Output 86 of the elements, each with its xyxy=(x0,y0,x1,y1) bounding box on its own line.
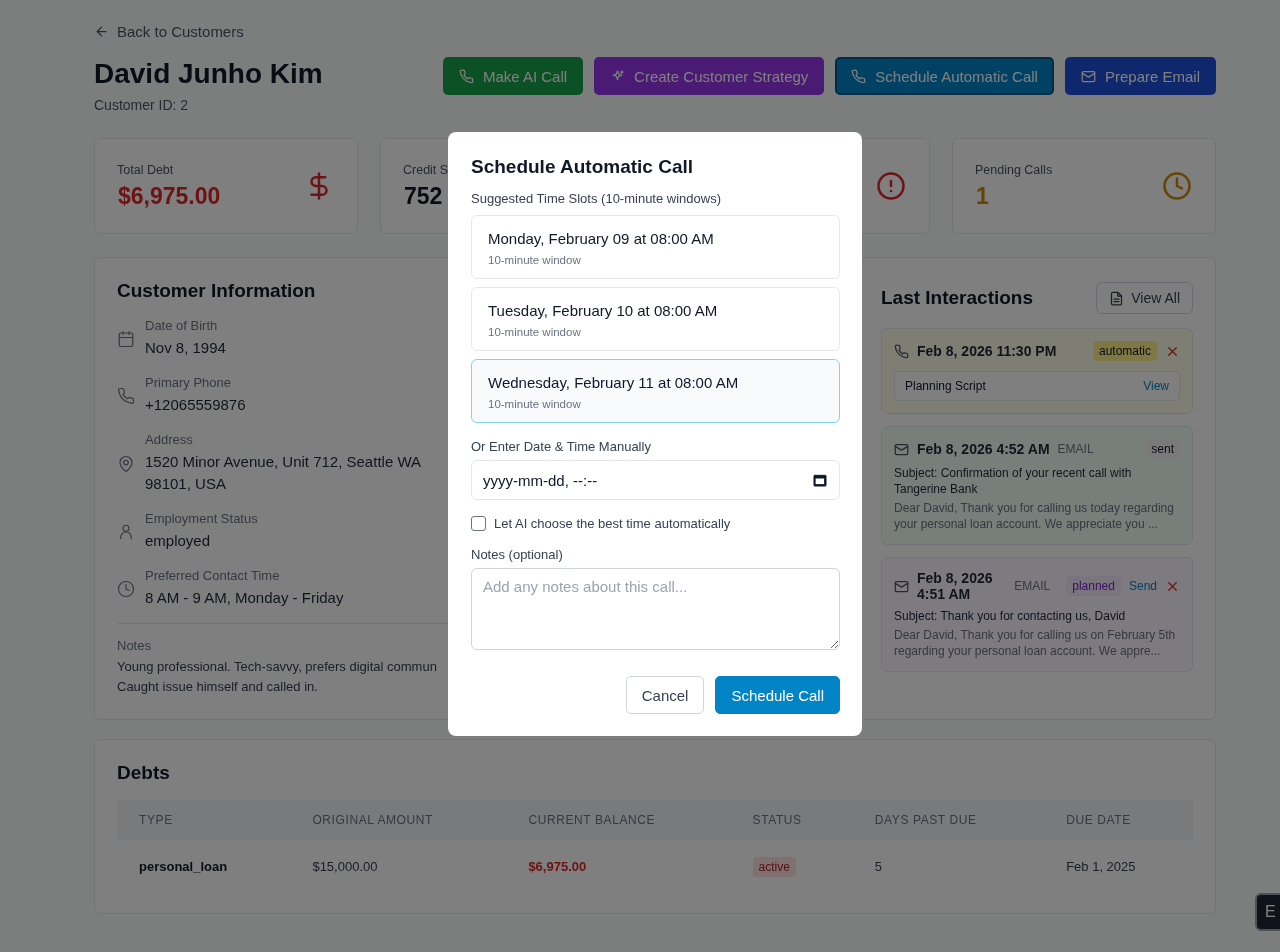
stat-value: 1 xyxy=(976,182,990,210)
phone-icon xyxy=(117,386,135,405)
interaction-date: Feb 8, 2026 11:30 PM xyxy=(917,343,1057,359)
back-arrow-icon xyxy=(94,23,109,39)
field-label: Suggested Time Slots (10-minute windows) xyxy=(471,191,722,206)
time-slot-option[interactable]: Tuesday, February 10 at 08:00 AM 10-minute window xyxy=(471,287,840,351)
action-button[interactable]: Prepare Email xyxy=(1064,57,1216,95)
cancel-button[interactable]: Cancel xyxy=(625,676,705,714)
dialog-title: Schedule Automatic Call xyxy=(471,156,695,178)
interaction-date: Feb 8, 2026 4:51 AM xyxy=(917,570,994,602)
send-link[interactable]: Send xyxy=(1128,579,1157,593)
status-badge: automatic xyxy=(1092,341,1157,361)
datetime-field[interactable]: yyyy-mm-dd, --:-- xyxy=(471,460,840,500)
field-label: Notes (optional) xyxy=(471,547,564,562)
envelope-icon xyxy=(894,578,909,594)
stat-label: Total Debt xyxy=(117,162,175,177)
checkbox-label: Let AI choose the best time automatically xyxy=(494,516,731,531)
field-value: 1520 Minor Avenue, Unit 712, Seattle WA 98101, USA xyxy=(145,452,422,494)
person-icon xyxy=(117,522,135,541)
column-header: STATUS xyxy=(730,800,853,840)
view-link[interactable]: View xyxy=(1143,379,1169,393)
clock-icon xyxy=(1162,171,1192,201)
notes-field[interactable]: Add any notes about this call... xyxy=(471,568,840,650)
column-header: DAYS PAST DUE xyxy=(852,800,1045,840)
customer-name: David Junho Kim xyxy=(94,57,323,91)
action-button[interactable]: Make AI Call xyxy=(442,57,584,95)
column-header: DUE DATE xyxy=(1044,800,1193,840)
section-title: Debts xyxy=(117,762,171,784)
email-preview: Dear David, Thank you for calling us today regarding your personal loan account. We appreciate you ... xyxy=(894,500,1175,532)
notes-label: Notes xyxy=(117,638,152,653)
column-header: TYPE xyxy=(117,800,291,840)
checkbox[interactable] xyxy=(471,516,486,531)
envelope-icon xyxy=(894,441,909,457)
table-cell: $6,975.00 xyxy=(506,840,731,892)
status-badge: active xyxy=(752,856,796,877)
customer-id: Customer ID: 2 xyxy=(94,97,190,113)
channel-label: EMAIL xyxy=(1014,579,1051,593)
field-value: employed xyxy=(145,531,212,551)
calendar-icon xyxy=(117,329,135,348)
section-title: Last Interactions xyxy=(881,287,1034,309)
channel-label: EMAIL xyxy=(1057,442,1094,456)
phone-icon xyxy=(894,343,909,359)
back-link[interactable]: Back to Customers xyxy=(94,18,1216,44)
field-value: Nov 8, 1994 xyxy=(145,338,226,358)
stat-label: Credit S xyxy=(403,162,449,177)
stat-label: Pending Calls xyxy=(975,162,1053,177)
table-cell: personal_loan xyxy=(117,840,291,892)
stat-value: $6,975.00 xyxy=(118,182,221,210)
email-subject: Subject: Thank you for contacting us, David xyxy=(894,608,1127,624)
phone-icon xyxy=(851,68,867,84)
document-icon xyxy=(1109,290,1125,306)
field-value: 8 AM - 9 AM, Monday - Friday xyxy=(145,588,344,608)
schedule-button[interactable]: Schedule Call xyxy=(715,676,840,714)
phone-icon xyxy=(458,68,474,84)
location-pin-icon xyxy=(117,454,135,473)
time-slot-option[interactable]: Wednesday, February 11 at 08:00 AM 10-minute window xyxy=(471,359,840,423)
action-button[interactable]: Create Customer Strategy xyxy=(594,57,825,95)
status-badge: sent xyxy=(1145,439,1180,459)
field-label: Preferred Contact Time xyxy=(145,568,281,583)
floating-button[interactable]: E xyxy=(1255,893,1280,931)
calendar-icon[interactable] xyxy=(812,472,828,488)
notes-text: Young professional. Tech-savvy, prefers digital commun Caught issue himself and called in. xyxy=(117,658,438,696)
column-header: ORIGINAL AMOUNT xyxy=(290,800,507,840)
interaction-date: Feb 8, 2026 4:52 AM xyxy=(917,441,1050,457)
field-label: Primary Phone xyxy=(145,375,232,390)
stat-value: 752 xyxy=(404,182,444,210)
table-cell: Feb 1, 2025 xyxy=(1044,840,1193,892)
column-header: CURRENT BALANCE xyxy=(506,800,731,840)
alert-circle-icon xyxy=(876,171,906,201)
field-value: +12065559876 xyxy=(145,395,246,415)
table-cell: $15,000.00 xyxy=(290,840,507,892)
email-preview: Dear David, Thank you for calling us on February 5th regarding your personal loan account. We appre... xyxy=(894,627,1177,659)
view-all-button[interactable]: View All xyxy=(1096,282,1193,314)
envelope-icon xyxy=(1080,68,1096,84)
script-label: Planning Script xyxy=(905,379,986,393)
field-label: Or Enter Date & Time Manually xyxy=(471,439,652,454)
field-label: Date of Birth xyxy=(145,318,219,333)
table-cell: 5 xyxy=(852,840,1045,892)
action-button[interactable]: Schedule Automatic Call xyxy=(835,57,1054,95)
field-label: Employment Status xyxy=(145,511,258,526)
section-title: Customer Information xyxy=(117,280,317,302)
email-subject: Subject: Confirmation of your recent call with Tangerine Bank xyxy=(894,465,1133,497)
clock-icon xyxy=(117,579,135,598)
field-label: Address xyxy=(145,432,194,447)
status-badge: planned xyxy=(1066,576,1121,596)
time-slot-option[interactable]: Monday, February 09 at 08:00 AM 10-minute window xyxy=(471,215,840,279)
